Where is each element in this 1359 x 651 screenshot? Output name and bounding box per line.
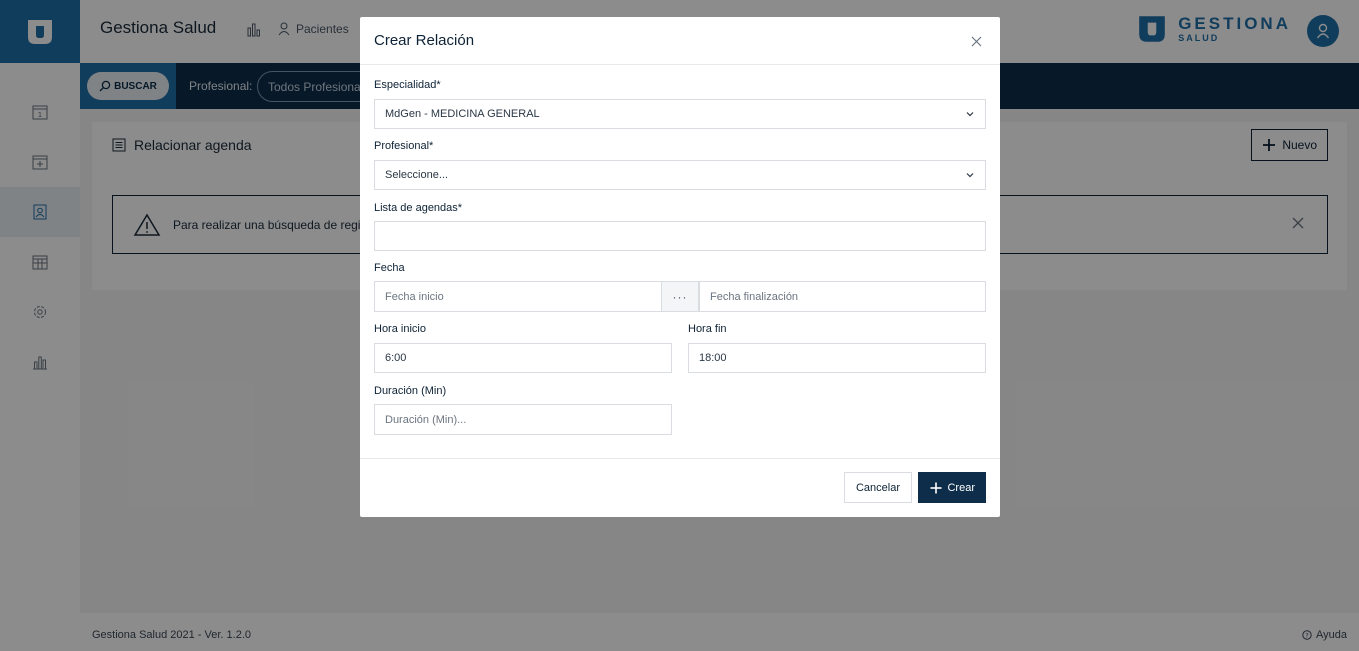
modal-footer: Cancelar Crear [360,458,1000,517]
fecha-separator: ··· [661,281,699,312]
hora-inicio-label: Hora inicio [374,323,426,335]
modal-title: Crear Relación [374,32,475,49]
crear-relacion-dialog: Crear Relación Especialidad* MdGen - MED… [360,17,1000,517]
create-label: Crear [947,481,975,494]
chevron-down-icon [966,112,974,117]
close-icon[interactable] [971,36,982,47]
lista-agendas-label: Lista de agendas* [374,202,463,214]
profesional-label: Profesional* [374,140,434,152]
hora-fin-input[interactable]: 18:00 [688,343,986,373]
hora-fin-label: Hora fin [688,323,727,335]
duracion-label: Duración (Min) [374,385,447,397]
lista-agendas-input[interactable] [374,221,986,251]
cancel-button[interactable]: Cancelar [843,472,912,503]
especialidad-select[interactable]: MdGen - MEDICINA GENERAL [374,99,986,129]
fecha-inicio-input[interactable]: Fecha inicio [374,281,662,312]
profesional-placeholder: Seleccione... [385,169,448,181]
create-button[interactable]: Crear [918,472,986,503]
duracion-input[interactable]: Duración (Min)... [374,404,672,435]
hora-inicio-input[interactable]: 6:00 [374,343,672,373]
especialidad-label: Especialidad* [374,79,441,91]
fecha-fin-input[interactable]: Fecha finalización [699,281,986,312]
especialidad-value: MdGen - MEDICINA GENERAL [385,108,540,120]
chevron-down-icon [966,173,974,178]
fecha-label: Fecha [374,262,405,274]
modal-header: Crear Relación [360,17,1000,65]
plus-icon [930,482,942,493]
profesional-select[interactable]: Seleccione... [374,160,986,190]
